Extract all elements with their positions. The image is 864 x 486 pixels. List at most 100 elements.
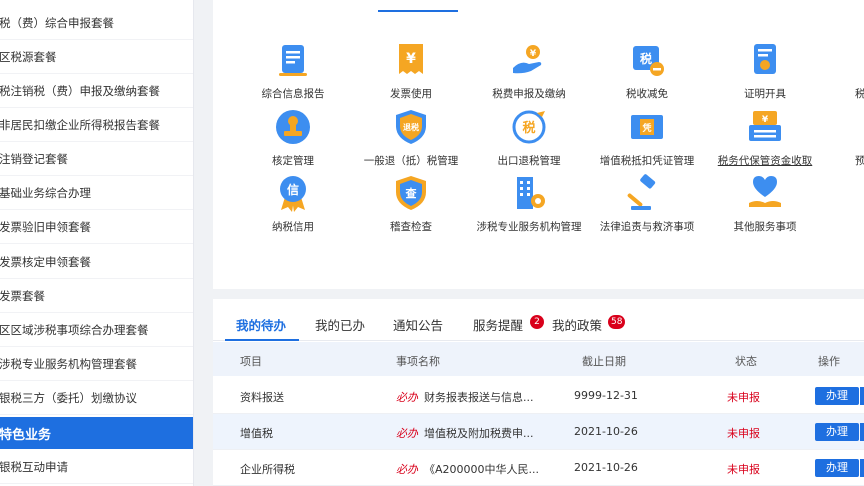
sidebar-item[interactable]: 银税互动申请: [0, 450, 193, 484]
heart-hand-icon: [749, 176, 781, 207]
service-label: 税收减免: [626, 88, 668, 100]
service-invoice-use[interactable]: ¥ 发票使用: [346, 40, 476, 101]
todo-panel: 我的待办 我的已办 通知公告 服务提醒 2 我的政策 58 项目 事项名称 截止…: [213, 299, 864, 486]
row-matter-name[interactable]: 财务报表报送与信息...: [424, 389, 534, 405]
sidebar-item[interactable]: 非居民扣缴企业所得税报告套餐: [0, 108, 193, 142]
building-gear-icon: [517, 177, 545, 209]
tax-reduction-icon: 税: [633, 46, 664, 76]
sidebar-item[interactable]: 注销登记套餐: [0, 142, 193, 176]
row-deadline: 2021-10-26: [574, 461, 638, 474]
column-header-deadline: 截止日期: [582, 355, 626, 368]
sidebar-item[interactable]: 税（费）综合申报套餐: [0, 6, 193, 40]
service-label: 核定管理: [272, 155, 314, 167]
sidebar-item-label: 特色业务: [0, 427, 52, 443]
sidebar-item[interactable]: 发票核定申领套餐: [0, 245, 193, 279]
extra-button-edge[interactable]: [860, 387, 864, 405]
invoice-yen-icon: ¥: [399, 44, 423, 74]
service-label: 一般退（抵）税管理: [363, 155, 459, 167]
active-tab-indicator: [225, 339, 299, 341]
service-label: 综合信息报告: [261, 88, 325, 100]
row-item: 增值税: [240, 427, 273, 440]
table-header: 项目 事项名称 截止日期 状态 操作: [213, 342, 864, 376]
service-export-refund[interactable]: 税 出口退税管理: [464, 107, 594, 168]
stamp-icon: [276, 110, 310, 144]
sidebar: 税（费）综合申报套餐 区税源套餐 税注销税（费）申报及缴纳套餐 非居民扣缴企业所…: [0, 0, 194, 486]
service-legal-remedy[interactable]: 法律追责与救济事项: [582, 173, 712, 234]
service-other[interactable]: 其他服务事项: [700, 173, 830, 234]
svg-text:查: 查: [406, 186, 417, 200]
row-status: 未申报: [727, 391, 760, 404]
service-label: 其他服务事项: [733, 221, 797, 233]
row-matter-name[interactable]: 增值税及附加税费申...: [424, 425, 534, 441]
sidebar-item-label: 发票套餐: [0, 288, 45, 303]
must-do-tag: 必办: [396, 463, 418, 476]
service-truncated[interactable]: 税: [803, 40, 864, 101]
handle-button[interactable]: 办理: [815, 387, 859, 405]
extra-button-edge[interactable]: [860, 459, 864, 477]
tab-my-todo[interactable]: 我的待办: [236, 315, 286, 334]
sidebar-item[interactable]: 涉税专业服务机构管理套餐: [0, 347, 193, 381]
hand-coin-icon: ¥: [513, 45, 542, 74]
service-tax-credit[interactable]: 信 纳税信用: [228, 173, 358, 234]
sidebar-item-label: 银税三方（委托）划缴协议: [0, 390, 137, 405]
tab-service-reminders[interactable]: 服务提醒: [473, 315, 523, 334]
svg-text:税: 税: [522, 120, 535, 136]
service-label: 纳税信用: [272, 221, 314, 233]
policy-count-badge: 58: [608, 315, 626, 329]
service-inspection[interactable]: 查 稽查检查: [346, 173, 476, 234]
column-header-status: 状态: [735, 355, 757, 368]
sidebar-item[interactable]: 发票验旧申领套餐: [0, 210, 193, 244]
service-label: 预: [855, 155, 864, 167]
service-assessment[interactable]: 核定管理: [228, 107, 358, 168]
sidebar-item-label: 非居民扣缴企业所得税报告套餐: [0, 117, 160, 132]
service-vat-voucher[interactable]: 凭 增值税抵扣凭证管理: [582, 107, 712, 168]
sidebar-item-active[interactable]: 特色业务: [0, 417, 193, 449]
sidebar-item[interactable]: 发票套餐: [0, 279, 193, 313]
svg-text:退税: 退税: [403, 122, 419, 132]
service-tax-reduction[interactable]: 税 税收减免: [582, 40, 712, 101]
service-comprehensive-report[interactable]: 综合信息报告: [228, 40, 358, 101]
sidebar-item[interactable]: 银税三方（委托）划缴协议: [0, 381, 193, 415]
tab-notices[interactable]: 通知公告: [393, 315, 443, 334]
service-truncated[interactable]: 预: [803, 107, 864, 168]
sidebar-item-label: 银税互动申请: [0, 459, 68, 474]
gavel-icon: [627, 174, 656, 210]
service-tax-declaration[interactable]: ¥ 税费申报及缴纳: [464, 40, 594, 101]
table-row: 增值税 必办 增值税及附加税费申... 2021-10-26 未申报 办理: [213, 414, 864, 450]
voucher-icon: 凭: [631, 115, 663, 139]
sidebar-item[interactable]: 区税源套餐: [0, 40, 193, 74]
row-deadline: 2021-10-26: [574, 425, 638, 438]
service-general-refund[interactable]: 退税 一般退（抵）税管理: [346, 107, 476, 168]
handle-button[interactable]: 办理: [815, 423, 859, 441]
service-label: 涉税专业服务机构管理: [476, 221, 582, 233]
service-label: 出口退税管理: [497, 155, 561, 167]
must-do-tag: 必办: [396, 427, 418, 440]
tab-my-done[interactable]: 我的已办: [315, 315, 365, 334]
tab-my-policies[interactable]: 我的政策: [552, 315, 602, 334]
svg-text:凭: 凭: [641, 122, 651, 134]
svg-text:¥: ¥: [762, 115, 769, 125]
service-agency-management[interactable]: 涉税专业服务机构管理: [464, 173, 594, 234]
svg-text:¥: ¥: [530, 49, 537, 59]
table-row: 企业所得税 必办 《A200000中华人民... 2021-10-26 未申报 …: [213, 450, 864, 486]
sidebar-item[interactable]: 基础业务综合办理: [0, 176, 193, 210]
row-status: 未申报: [727, 427, 760, 440]
service-label: 增值税抵扣凭证管理: [599, 155, 695, 167]
cash-register-icon: ¥: [749, 111, 781, 141]
column-header-action: 操作: [818, 355, 840, 368]
sidebar-item-label: 发票核定申领套餐: [0, 254, 91, 269]
sidebar-item[interactable]: 税注销税（费）申报及缴纳套餐: [0, 74, 193, 108]
handle-button[interactable]: 办理: [815, 459, 859, 477]
sidebar-item-label: 税注销税（费）申报及缴纳套餐: [0, 83, 160, 98]
extra-button-edge[interactable]: [860, 423, 864, 441]
table-row: 资料报送 必办 财务报表报送与信息... 9999-12-31 未申报 办理: [213, 378, 864, 414]
sidebar-item-label: 注销登记套餐: [0, 151, 68, 166]
refund-shield-icon: 退税: [396, 110, 426, 144]
sidebar-item[interactable]: 区区域涉税事项综合办理套餐: [0, 313, 193, 347]
service-label: 法律追责与救济事项: [599, 221, 695, 233]
export-refund-icon: 税: [512, 110, 546, 144]
reminder-count-badge: 2: [530, 315, 544, 329]
row-matter-name[interactable]: 《A200000中华人民...: [424, 461, 539, 477]
row-status: 未申报: [727, 463, 760, 476]
services-panel: 综合信息报告 ¥ 发票使用 ¥ 税费申报及缴纳 税 税收减免 证明开具 税 核定…: [213, 0, 864, 289]
